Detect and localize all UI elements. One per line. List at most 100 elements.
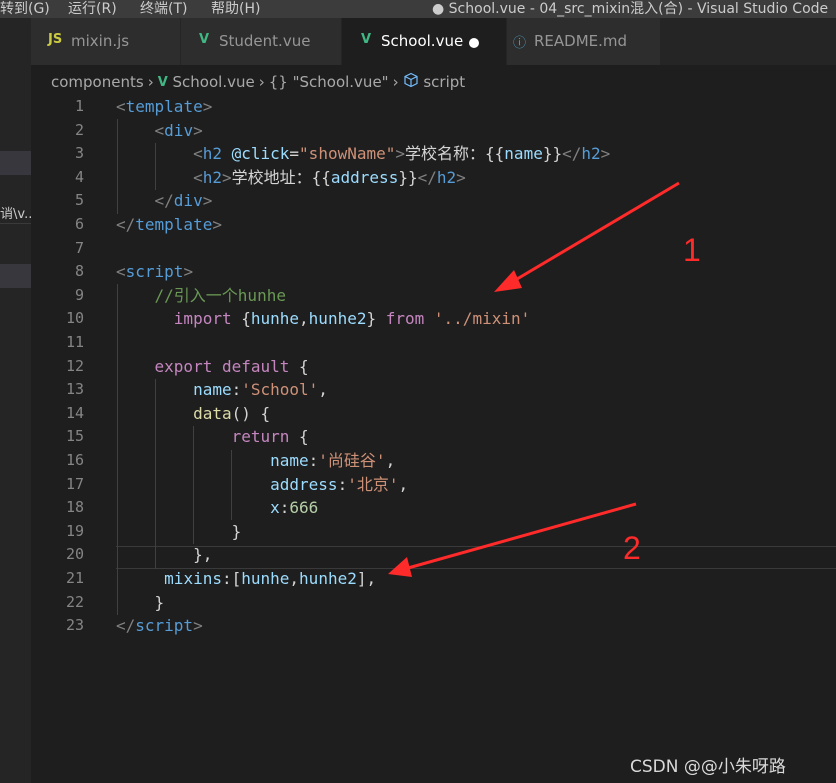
line-number: 17 [65, 474, 84, 493]
code-token: div [173, 191, 203, 211]
code-token: { [289, 356, 309, 376]
code-line[interactable]: name:'尚硅谷', [116, 449, 395, 473]
code-token: @click [231, 144, 290, 164]
menu-help[interactable]: 帮助(H) [211, 0, 260, 18]
code-line[interactable]: }, [116, 543, 212, 567]
code-line[interactable]: import {hunhe,hunhe2} from '../mixin' [116, 307, 530, 331]
menu-terminal[interactable]: 终端(T) [140, 0, 187, 18]
sidebar-selected-item[interactable] [0, 151, 31, 175]
code-token: : [279, 498, 290, 518]
code-token: h2 [202, 144, 222, 164]
code-token: name [504, 144, 543, 164]
info-icon: ⓘ [513, 36, 527, 51]
title-bar: 转到(G) 运行(R) 终端(T) 帮助(H) ● School.vue - 0… [0, 0, 836, 18]
code-token: ], [356, 569, 377, 588]
code-line[interactable]: data() { [116, 402, 270, 426]
code-token: < [154, 120, 165, 140]
code-token: , [299, 309, 309, 329]
code-line[interactable]: export default { [116, 355, 309, 379]
code-line[interactable]: </div> [116, 189, 213, 213]
code-line[interactable]: <script> [116, 260, 193, 284]
vue-icon: V [157, 74, 168, 90]
code-token: template [125, 97, 203, 116]
code-token: 学校名称：{{ [405, 144, 505, 164]
line-number: 4 [74, 167, 84, 186]
code-line[interactable]: x:666 [116, 496, 318, 520]
code-token: default [221, 356, 290, 376]
code-token: data [193, 403, 232, 423]
breadcrumb-file[interactable]: School.vue [173, 73, 255, 91]
code-line[interactable]: name:'School', [116, 378, 328, 402]
tab-school-vue[interactable]: V School.vue [342, 18, 507, 65]
line-number: 6 [74, 215, 84, 233]
code-token: > [600, 144, 611, 164]
code-token: import [173, 309, 232, 329]
code-token: 学校地址：{{ [231, 167, 331, 187]
breadcrumb-folder[interactable]: components [51, 73, 144, 91]
vue-icon: V [361, 32, 372, 47]
code-token: , [289, 569, 300, 588]
code-token: }, [116, 545, 213, 565]
vue-icon: V [199, 32, 210, 47]
code-line[interactable]: <template> [116, 95, 212, 119]
tab-student-vue[interactable]: V Student.vue [181, 18, 342, 65]
line-number: 15 [65, 427, 84, 446]
code-line[interactable]: </script> [116, 614, 203, 638]
code-line[interactable]: </template> [116, 213, 222, 237]
code-line[interactable]: <h2>学校地址：{{address}}</h2> [116, 166, 466, 190]
code-token: } [116, 592, 165, 612]
code-token: , [318, 380, 328, 400]
code-token: //引入一个hunhe [154, 285, 286, 305]
tab-mixin-js[interactable]: JS mixin.js [31, 18, 181, 65]
braces-icon: {} [268, 73, 288, 91]
code-token: script [135, 616, 194, 636]
explorer-sidebar: 诮\v... [0, 18, 31, 783]
code-token: name [193, 380, 232, 400]
code-token: name [270, 451, 309, 470]
line-number: 9 [74, 285, 84, 304]
cube-icon [403, 72, 419, 92]
code-token: < [116, 97, 126, 116]
code-token: '尚硅谷' [318, 451, 386, 470]
code-token: export [154, 356, 213, 376]
menu-run[interactable]: 运行(R) [68, 0, 117, 18]
code-token: > [193, 120, 203, 140]
code-editor[interactable]: 1 <template> 2 <div> 3 <h2 @click="showName… [31, 95, 836, 783]
code-line[interactable]: <div> [116, 119, 203, 143]
line-number: 11 [65, 333, 84, 351]
code-line[interactable]: } [116, 591, 165, 615]
code-token: </ [562, 144, 582, 164]
code-line[interactable]: mixins:[hunhe,hunhe2], [116, 567, 376, 591]
code-line[interactable]: <h2 @click="showName">学校名称：{{name}}</h2> [116, 142, 610, 166]
tab-readme-md[interactable]: ⓘ README.md [507, 18, 661, 65]
line-number: 14 [65, 403, 84, 422]
code-line[interactable]: //引入一个hunhe [116, 284, 286, 308]
menu-goto[interactable]: 转到(G) [0, 0, 50, 18]
code-token: > [221, 167, 232, 187]
code-token: hunhe2 [299, 569, 357, 588]
code-line[interactable]: } [116, 520, 242, 544]
code-token: script [125, 262, 184, 282]
breadcrumb-section[interactable]: script [423, 73, 465, 91]
code-token: () { [231, 403, 271, 423]
tab-label: School.vue [381, 32, 464, 50]
code-line[interactable]: address:'北京', [116, 473, 408, 497]
breadcrumb-object[interactable]: "School.vue" [293, 73, 389, 91]
code-token: </ [154, 191, 174, 211]
code-token: from [385, 309, 425, 329]
annotation-label-1: 1 [683, 232, 701, 268]
code-token: </ [116, 215, 136, 234]
sidebar-selected-item-2[interactable] [0, 264, 31, 288]
code-token: address [270, 474, 338, 494]
code-token: return [231, 427, 290, 447]
line-number: 1 [74, 97, 84, 115]
sidebar-item-fragment[interactable]: 诮\v... [0, 203, 31, 222]
code-line[interactable]: return { [116, 425, 309, 449]
unsaved-dot-icon[interactable] [469, 38, 479, 48]
